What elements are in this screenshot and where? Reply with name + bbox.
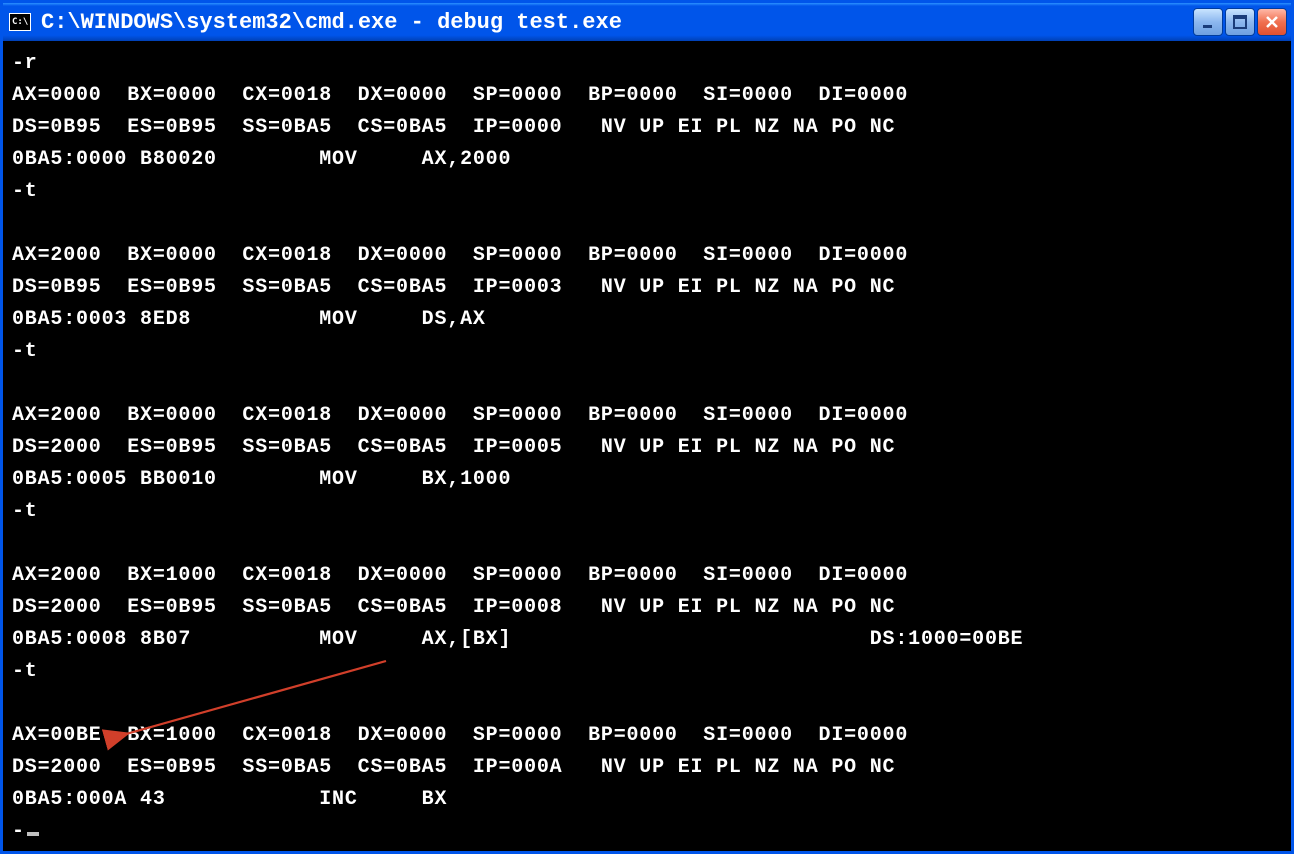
registers-line: DS=0B95 ES=0B95 SS=0BA5 CS=0BA5 IP=0003 … (12, 276, 895, 299)
window-controls (1193, 8, 1287, 36)
prompt: -r (12, 52, 38, 75)
prompt: -t (12, 180, 38, 203)
cmd-icon-label: C:\ (12, 18, 28, 27)
registers-line: DS=2000 ES=0B95 SS=0BA5 CS=0BA5 IP=0008 … (12, 596, 895, 619)
registers-line: AX=0000 BX=0000 CX=0018 DX=0000 SP=0000 … (12, 84, 908, 107)
registers-line: AX=2000 BX=0000 CX=0018 DX=0000 SP=0000 … (12, 404, 908, 427)
disasm-line: 0BA5:0000 B80020 MOV AX,2000 (12, 148, 511, 171)
prompt: -t (12, 340, 38, 363)
prompt: - (12, 820, 25, 843)
registers-line: AX=00BE BX=1000 CX=0018 DX=0000 SP=0000 … (12, 724, 908, 747)
prompt: -t (12, 660, 38, 683)
cursor (27, 832, 39, 836)
registers-line: DS=2000 ES=0B95 SS=0BA5 CS=0BA5 IP=000A … (12, 756, 895, 779)
window-title: C:\WINDOWS\system32\cmd.exe - debug test… (41, 10, 1193, 35)
cmd-window: C:\ C:\WINDOWS\system32\cmd.exe - debug … (0, 0, 1294, 854)
disasm-line: 0BA5:0005 BB0010 MOV BX,1000 (12, 468, 511, 491)
registers-line: DS=0B95 ES=0B95 SS=0BA5 CS=0BA5 IP=0000 … (12, 116, 895, 139)
cmd-icon: C:\ (9, 13, 31, 31)
disasm-line: 0BA5:0008 8B07 MOV AX,[BX] DS:1000=00BE (12, 628, 1023, 651)
maximize-button[interactable] (1225, 8, 1255, 36)
terminal-output[interactable]: -r AX=0000 BX=0000 CX=0018 DX=0000 SP=00… (6, 44, 1288, 848)
registers-line: DS=2000 ES=0B95 SS=0BA5 CS=0BA5 IP=0005 … (12, 436, 895, 459)
minimize-button[interactable] (1193, 8, 1223, 36)
disasm-line: 0BA5:000A 43 INC BX (12, 788, 447, 811)
registers-line: AX=2000 BX=1000 CX=0018 DX=0000 SP=0000 … (12, 564, 908, 587)
registers-line: AX=2000 BX=0000 CX=0018 DX=0000 SP=0000 … (12, 244, 908, 267)
titlebar[interactable]: C:\ C:\WINDOWS\system32\cmd.exe - debug … (3, 3, 1291, 41)
disasm-line: 0BA5:0003 8ED8 MOV DS,AX (12, 308, 486, 331)
prompt: -t (12, 500, 38, 523)
close-button[interactable] (1257, 8, 1287, 36)
